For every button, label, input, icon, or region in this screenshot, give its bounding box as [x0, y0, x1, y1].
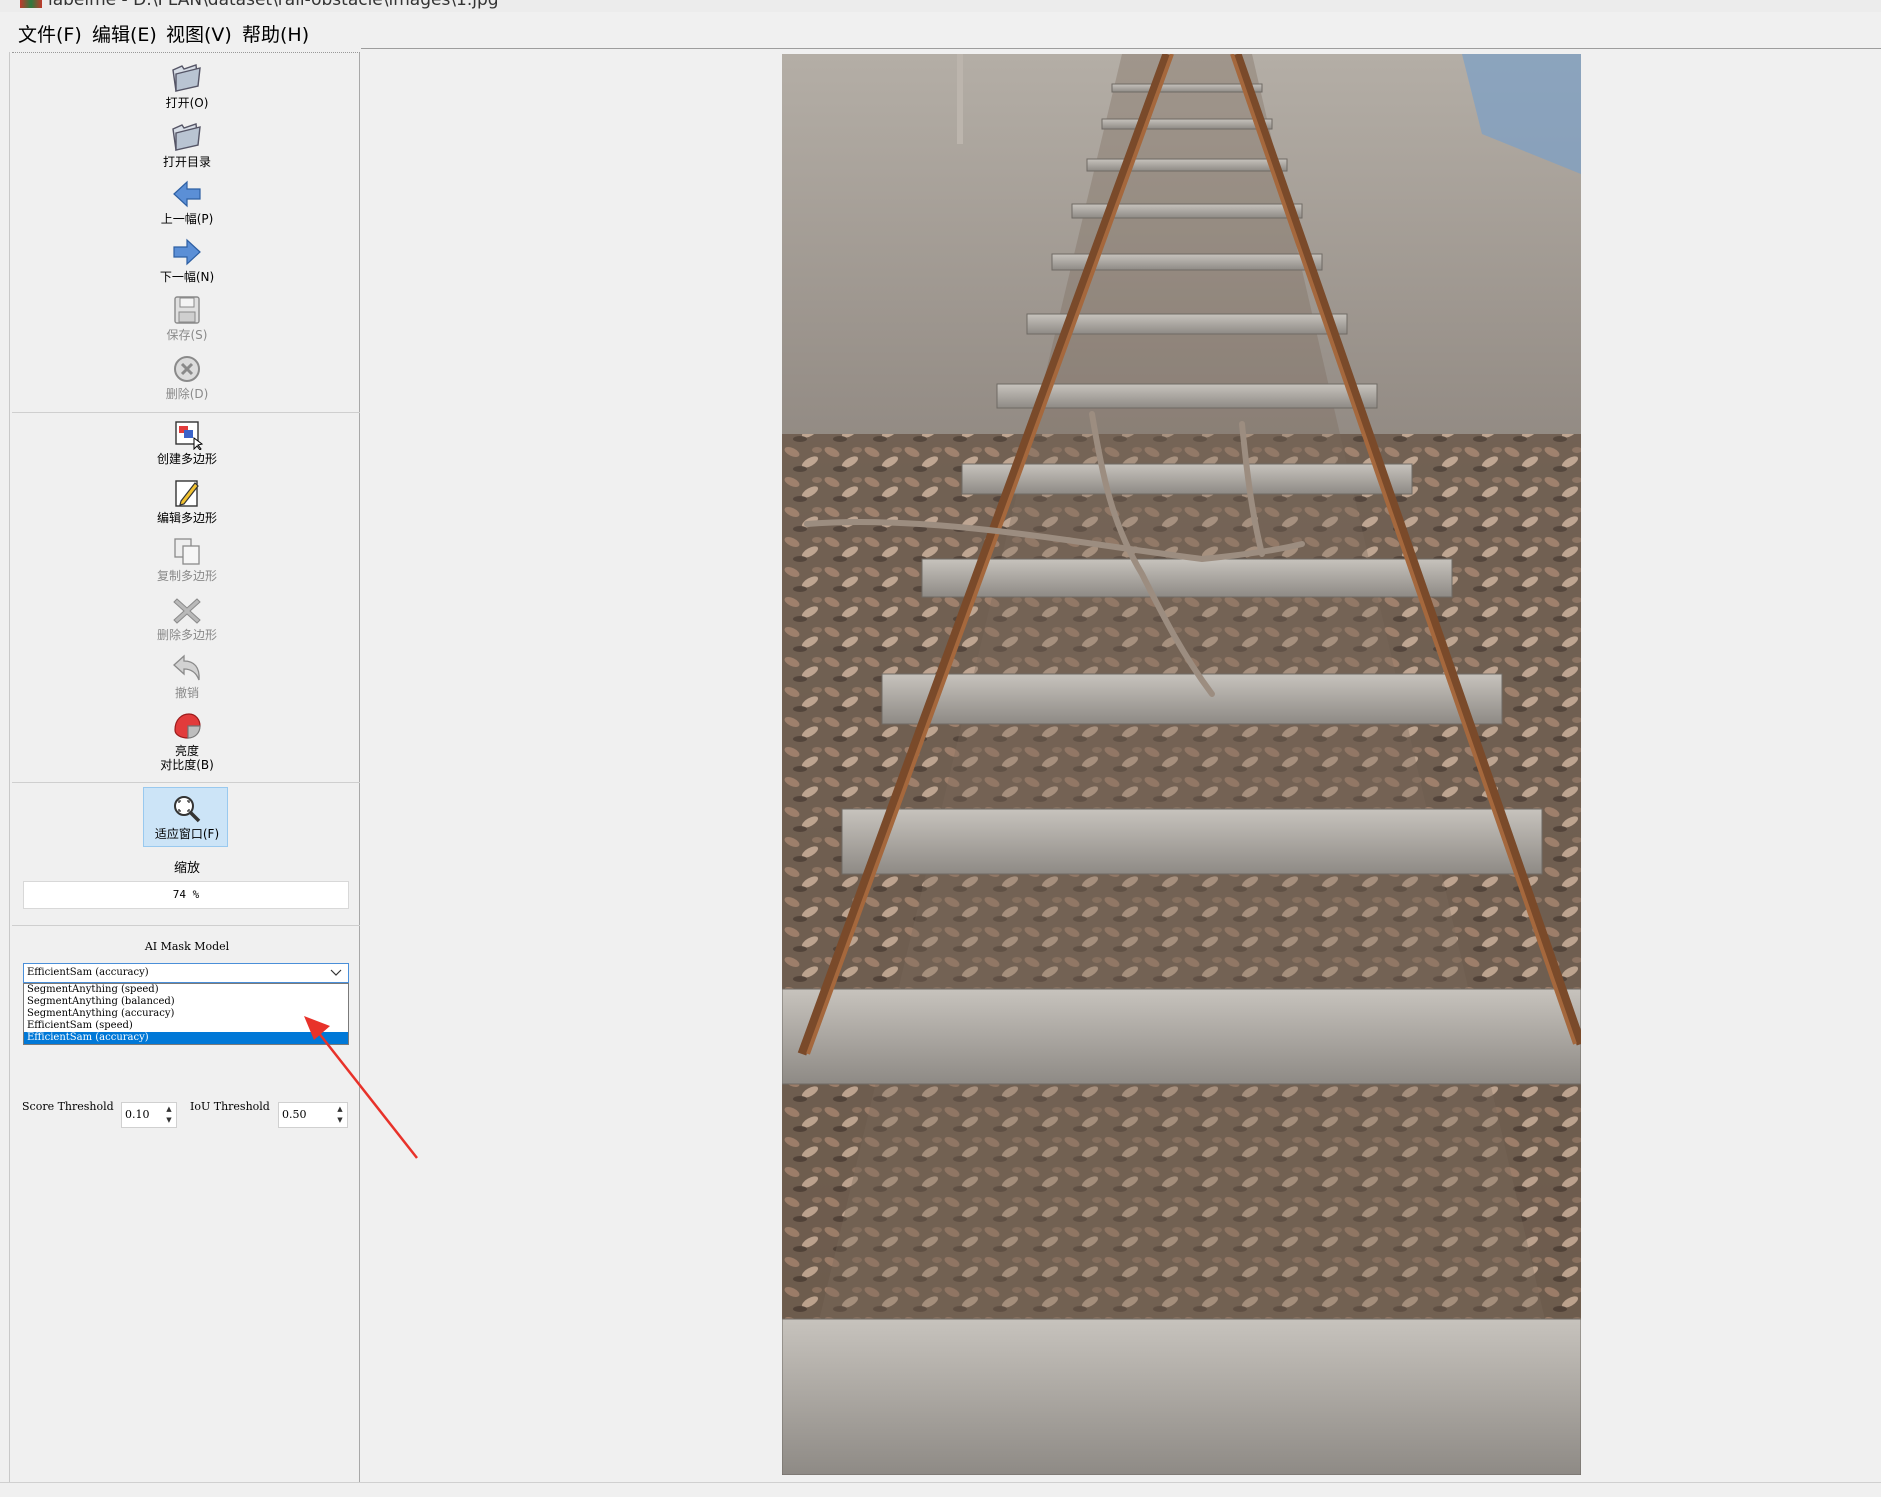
tools-toolbar: 打开(O) 打开目录 上一幅(P) 下一幅(N) 保存(S) 删除(D) 创建多…: [12, 52, 360, 1482]
save-label: 保存(S): [166, 328, 208, 342]
ai-model-option[interactable]: SegmentAnything (speed): [24, 984, 348, 996]
undo-label: 撤销: [174, 686, 199, 700]
score-threshold-label: Score Threshold: [22, 1100, 114, 1113]
menu-edit[interactable]: 编辑(E): [92, 20, 157, 47]
score-threshold-value: 0.10: [125, 1108, 150, 1121]
copy-icon: [174, 538, 200, 565]
ai-model-option[interactable]: SegmentAnything (balanced): [24, 996, 348, 1008]
status-bar: [0, 1482, 1881, 1497]
next-label: 下一幅(N): [159, 270, 215, 284]
copy-polygon-label: 复制多边形: [156, 569, 217, 583]
menu-help[interactable]: 帮助(H): [242, 20, 309, 47]
railway-track-image[interactable]: [782, 54, 1581, 1475]
brightness-label-line2: 对比度(B): [160, 758, 214, 772]
spin-arrows-icon[interactable]: ▲ ▼: [163, 1104, 175, 1126]
score-threshold-spinbox[interactable]: 0.10 ▲ ▼: [121, 1102, 177, 1128]
zoom-label: 缩放: [173, 861, 200, 876]
delete-polygon-label: 删除多边形: [156, 628, 217, 642]
menu-file[interactable]: 文件(F): [18, 20, 82, 47]
dock-edge: [0, 52, 10, 1482]
arrow-right-icon: [173, 238, 201, 266]
create-polygon-icon: [175, 421, 204, 450]
toolbar-separator: [12, 782, 360, 783]
brightness-label-line1: 亮度: [174, 744, 199, 758]
create-polygon-button[interactable]: 创建多边形: [132, 418, 242, 466]
delete-x-icon: [173, 598, 201, 624]
window-title: labelme - D:\PLAN\dataset\rail-obstacle\…: [48, 0, 499, 10]
fit-window-label: 适应窗口(F): [154, 827, 220, 841]
toolbar-separator: [12, 412, 360, 413]
folder-icon: [172, 123, 201, 151]
create-polygon-label: 创建多边形: [156, 452, 217, 466]
delete-circle-icon: [174, 356, 200, 382]
chevron-down-icon: [330, 969, 342, 976]
iou-threshold-label: IoU Threshold: [190, 1100, 270, 1113]
edit-polygon-icon: [175, 480, 199, 507]
ai-mask-model-label: AI Mask Model: [144, 940, 230, 953]
railway-photo-illustration: [782, 54, 1581, 1475]
fit-window-button[interactable]: 适应窗口(F): [132, 793, 242, 841]
ai-model-selected: EfficientSam (accuracy): [27, 967, 149, 978]
ai-model-select[interactable]: EfficientSam (accuracy): [23, 963, 349, 983]
delete-label: 删除(D): [165, 387, 209, 401]
zoom-fit-icon: [174, 796, 201, 823]
menu-view[interactable]: 视图(V): [166, 20, 232, 47]
zoom-spinbox[interactable]: 74 %: [23, 881, 349, 909]
delete-file-button[interactable]: 删除(D): [132, 353, 242, 401]
app-icon: [20, 0, 42, 8]
prev-image-button[interactable]: 上一幅(P): [132, 178, 242, 226]
open-dir-button[interactable]: 打开目录: [132, 121, 242, 169]
delete-polygon-button[interactable]: 删除多边形: [132, 594, 242, 642]
edit-polygon-label: 编辑多边形: [156, 511, 217, 525]
prev-label: 上一幅(P): [160, 212, 214, 226]
menu-bar: 文件(F) 编辑(E) 视图(V) 帮助(H): [0, 12, 1881, 52]
undo-icon: [173, 654, 200, 681]
open-label: 打开(O): [165, 96, 209, 110]
save-button[interactable]: 保存(S): [132, 294, 242, 342]
save-icon: [174, 296, 200, 324]
undo-button[interactable]: 撤销: [132, 652, 242, 700]
copy-polygon-button[interactable]: 复制多边形: [132, 535, 242, 583]
edit-polygon-button[interactable]: 编辑多边形: [132, 477, 242, 525]
toolbar-separator: [12, 925, 360, 926]
arrow-left-icon: [173, 180, 201, 208]
open-button[interactable]: 打开(O): [132, 62, 242, 110]
next-image-button[interactable]: 下一幅(N): [132, 236, 242, 284]
brightness-icon: [174, 713, 201, 739]
brightness-contrast-button[interactable]: 亮度 对比度(B): [132, 710, 242, 772]
annotation-arrow: [304, 1016, 418, 1159]
open-dir-label: 打开目录: [162, 155, 211, 169]
title-bar: labelme - D:\PLAN\dataset\rail-obstacle\…: [0, 0, 1881, 12]
folder-open-icon: [172, 64, 201, 92]
